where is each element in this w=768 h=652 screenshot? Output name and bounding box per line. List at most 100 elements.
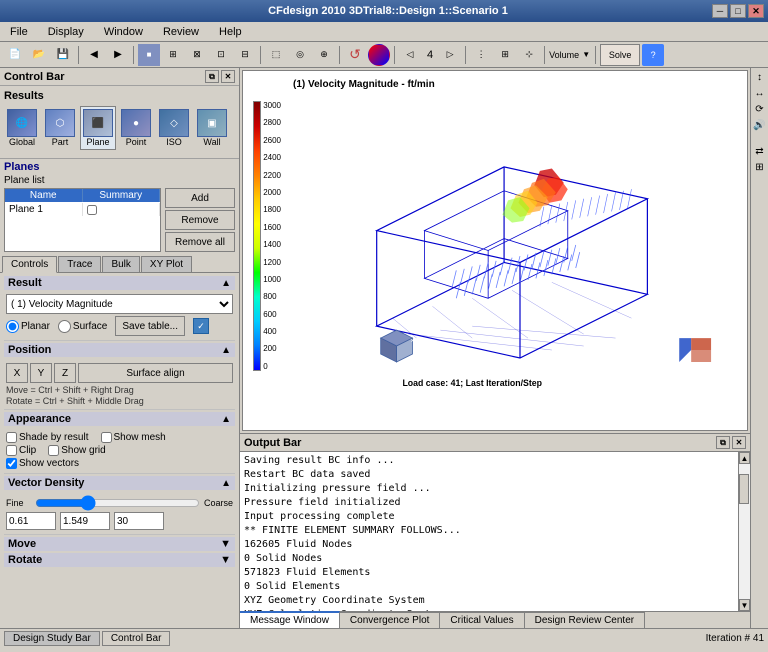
status-tab-control-bar[interactable]: Control Bar (102, 631, 171, 646)
toolbar-iter-count: 4 (423, 49, 437, 61)
show-vectors-label[interactable]: Show vectors (6, 458, 79, 469)
output-float-button[interactable]: ⧉ (716, 436, 730, 449)
toolbar-btn8[interactable]: ⊕ (313, 44, 335, 66)
clip-label[interactable]: Clip (6, 445, 36, 456)
part-label: Part (52, 137, 69, 147)
planar-radio-label[interactable]: Planar (6, 320, 50, 333)
cb-close-button[interactable]: ✕ (221, 70, 235, 83)
density-slider[interactable] (35, 496, 200, 510)
shade-by-result-label[interactable]: Shade by result (6, 432, 89, 443)
menu-display[interactable]: Display (42, 25, 90, 39)
toolbar-iter-fwd[interactable]: ▷ (439, 44, 461, 66)
menu-window[interactable]: Window (98, 25, 149, 39)
volume-label-text: Volume (549, 50, 579, 60)
shade-by-result-checkbox[interactable] (6, 432, 17, 443)
surface-radio-label[interactable]: Surface (58, 320, 107, 333)
output-tab-design-review[interactable]: Design Review Center (525, 612, 646, 628)
maximize-button[interactable]: □ (730, 4, 746, 18)
tab-bulk[interactable]: Bulk (102, 256, 139, 272)
clip-checkbox[interactable] (6, 445, 17, 456)
show-vectors-checkbox[interactable] (6, 458, 17, 469)
rs-icon-4[interactable]: 🔊 (753, 118, 767, 132)
toolbar-solve[interactable]: Solve (600, 44, 640, 66)
tab-controls[interactable]: Controls (2, 256, 57, 273)
rs-icon-3[interactable]: ⟳ (753, 102, 767, 116)
tab-xyplot[interactable]: XY Plot (141, 256, 192, 272)
scroll-up-button[interactable]: ▲ (739, 452, 750, 464)
save-table-button[interactable]: Save table... (115, 316, 185, 336)
toolbar-btn7[interactable]: ◎ (289, 44, 311, 66)
toolbar-btn1[interactable]: ■ (138, 44, 160, 66)
toolbar-open[interactable]: 📂 (28, 44, 50, 66)
result-wall-btn[interactable]: ▣ Wall (194, 106, 230, 150)
rs-icon-1[interactable]: ↕ (753, 70, 767, 84)
result-point-btn[interactable]: ● Point (118, 106, 154, 150)
result-global-btn[interactable]: 🌐 Global (4, 106, 40, 150)
rs-icon-2[interactable]: ↔ (753, 86, 767, 100)
remove-plane-button[interactable]: Remove (165, 210, 235, 230)
toolbar-btn2[interactable]: ⊞ (162, 44, 184, 66)
move-section-header[interactable]: Move ▼ (4, 537, 235, 551)
output-tab-message[interactable]: Message Window (240, 611, 340, 628)
toolbar-back[interactable]: ◀ (83, 44, 105, 66)
minimize-button[interactable]: ─ (712, 4, 728, 18)
x-button[interactable]: X (6, 363, 28, 383)
menu-file[interactable]: File (4, 25, 34, 39)
menu-review[interactable]: Review (157, 25, 205, 39)
toolbar-rotate[interactable]: ↺ (344, 44, 366, 66)
scroll-thumb[interactable] (739, 474, 749, 504)
toolbar-btn6[interactable]: ⬚ (265, 44, 287, 66)
z-button[interactable]: Z (54, 363, 76, 383)
toolbar-btn5[interactable]: ⊟ (234, 44, 256, 66)
show-grid-checkbox[interactable] (48, 445, 59, 456)
result-dropdown[interactable]: ( 1) Velocity Magnitude (6, 294, 233, 314)
position-section-header[interactable]: Position ▲ (4, 343, 235, 357)
toolbar-btn3[interactable]: ⊠ (186, 44, 208, 66)
output-close-button[interactable]: ✕ (732, 436, 746, 449)
scroll-down-button[interactable]: ▼ (739, 599, 750, 611)
density-input-1[interactable] (6, 512, 56, 530)
cb-float-button[interactable]: ⧉ (205, 70, 219, 83)
toolbar-volume-arrow[interactable]: ▼ (581, 44, 591, 66)
output-tab-critical[interactable]: Critical Values (440, 612, 524, 628)
toolbar-mesh[interactable]: ⋮ (470, 44, 492, 66)
plane1-summary-checkbox[interactable] (87, 205, 97, 215)
cell-plane1-name: Plane 1 (5, 203, 83, 216)
toolbar-forward[interactable]: ▶ (107, 44, 129, 66)
viewport: (1) Velocity Magnitude - ft/min 3000 280… (242, 70, 748, 431)
toolbar-save[interactable]: 💾 (52, 44, 74, 66)
appearance-section-header[interactable]: Appearance ▲ (4, 412, 235, 426)
rotate-section-header[interactable]: Rotate ▼ (4, 553, 235, 567)
show-mesh-checkbox[interactable] (101, 432, 112, 443)
toolbar-new[interactable]: 📄 (4, 44, 26, 66)
vector-density-header[interactable]: Vector Density ▲ (4, 476, 235, 490)
result-section-header[interactable]: Result ▲ (4, 276, 235, 290)
result-iso-btn[interactable]: ◇ ISO (156, 106, 192, 150)
toolbar-iter[interactable]: ◁ (399, 44, 421, 66)
surface-align-button[interactable]: Surface align (78, 363, 233, 383)
show-mesh-label[interactable]: Show mesh (101, 432, 166, 443)
y-button[interactable]: Y (30, 363, 52, 383)
toolbar-help[interactable]: ? (642, 44, 664, 66)
tab-trace[interactable]: Trace (58, 256, 101, 272)
density-input-2[interactable] (60, 512, 110, 530)
toolbar-grid[interactable]: ⊞ (494, 44, 516, 66)
toolbar-color[interactable] (368, 44, 390, 66)
show-grid-label[interactable]: Show grid (48, 445, 105, 456)
toolbar-btn4[interactable]: ⊡ (210, 44, 232, 66)
result-part-btn[interactable]: ⬡ Part (42, 106, 78, 150)
close-button[interactable]: ✕ (748, 4, 764, 18)
toolbar-xyz[interactable]: ⊹ (518, 44, 540, 66)
menu-help[interactable]: Help (213, 25, 248, 39)
output-tab-convergence[interactable]: Convergence Plot (340, 612, 441, 628)
window-controls[interactable]: ─ □ ✕ (712, 4, 764, 18)
remove-all-planes-button[interactable]: Remove all (165, 232, 235, 252)
rs-icon-5[interactable]: ⇄ (753, 144, 767, 158)
result-plane-btn[interactable]: ⬛ Plane (80, 106, 116, 150)
add-plane-button[interactable]: Add (165, 188, 235, 208)
surface-radio[interactable] (58, 320, 71, 333)
rs-icon-6[interactable]: ⊞ (753, 160, 767, 174)
status-tab-design-study[interactable]: Design Study Bar (4, 631, 100, 646)
planar-radio[interactable] (6, 320, 19, 333)
density-input-3[interactable] (114, 512, 164, 530)
